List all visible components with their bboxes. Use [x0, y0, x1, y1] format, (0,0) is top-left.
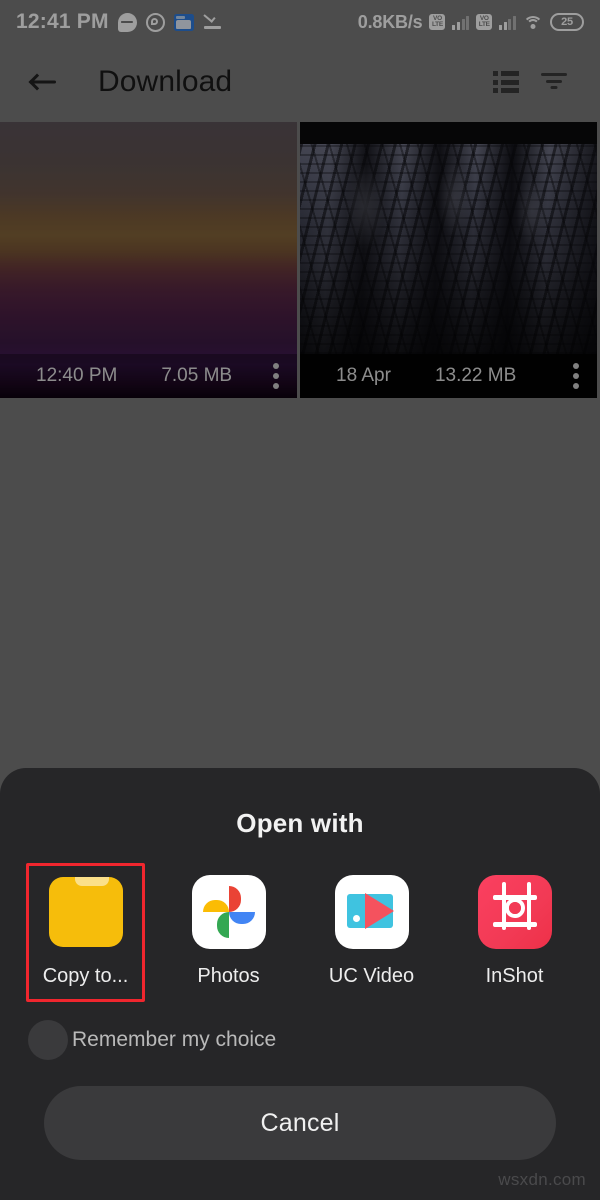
app-label-photos: Photos — [197, 965, 260, 987]
remember-choice-label: Remember my choice — [72, 1028, 277, 1051]
app-chooser-row: Copy to... Photos UC Video InShot — [0, 863, 600, 1002]
remember-choice-checkbox[interactable] — [28, 1020, 68, 1060]
app-label-inshot: InShot — [485, 965, 544, 987]
app-label-copy-to: Copy to... — [42, 965, 129, 987]
app-option-uc-video[interactable]: UC Video — [300, 867, 443, 998]
sheet-title: Open with — [236, 808, 364, 838]
google-photos-icon — [191, 875, 266, 949]
app-option-copy-to[interactable]: Copy to... — [14, 863, 157, 1002]
cancel-button[interactable]: Cancel — [44, 1086, 556, 1160]
watermark: wsxdn.com — [498, 1170, 586, 1189]
inshot-icon — [477, 875, 552, 949]
app-label-uc-video: UC Video — [328, 965, 415, 987]
open-with-sheet: Open with Copy to... Photos UC Video InS… — [0, 768, 600, 1200]
phone-screen: 12:41 PM 0.8KB/s VO LTE VO LTE 25 Downlo… — [0, 0, 600, 1200]
remember-choice-row[interactable]: Remember my choice — [0, 1020, 600, 1060]
uc-video-icon — [334, 875, 409, 949]
app-option-inshot[interactable]: InShot — [443, 867, 586, 998]
folder-icon — [48, 875, 123, 949]
app-option-photos[interactable]: Photos — [157, 867, 300, 998]
